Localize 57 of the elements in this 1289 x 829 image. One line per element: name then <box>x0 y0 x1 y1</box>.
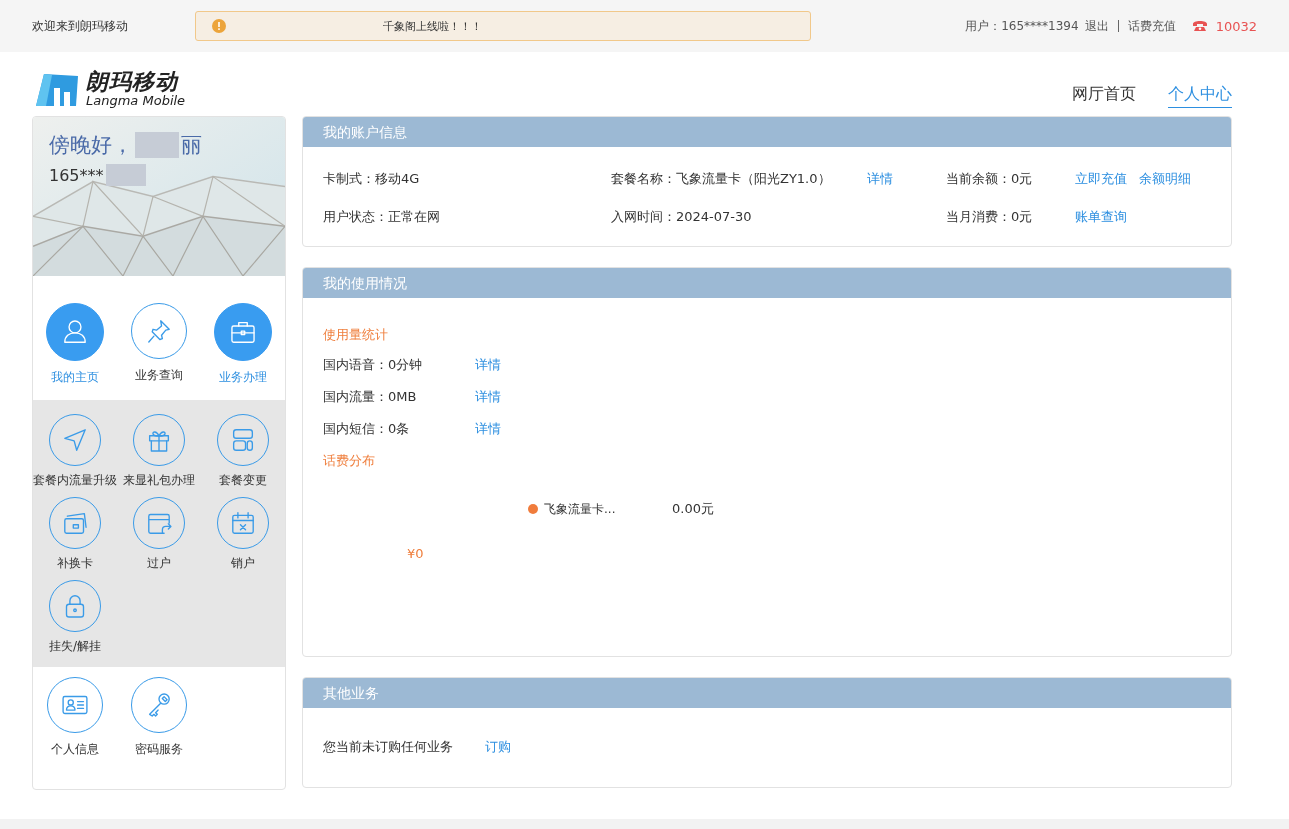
info-text: 用户状态：正常在网 <box>323 208 440 226</box>
welcome-text: 欢迎来到朗玛移动 <box>32 17 129 35</box>
legend-value: 0.00元 <box>672 500 714 518</box>
info-icon <box>212 19 226 33</box>
menu-item[interactable]: 套餐变更 <box>201 414 285 489</box>
stat-text: 国内流量：0MB <box>323 388 418 406</box>
section-heading: 使用量统计 <box>323 326 389 344</box>
hotline-number: 10032 <box>1215 18 1257 34</box>
menu-item[interactable]: 挂失/解挂 <box>33 580 117 655</box>
logo-title: 朗玛移动 <box>86 70 180 94</box>
menu-item[interactable]: 套餐内流量升级 <box>33 414 117 489</box>
menu-item[interactable]: 来显礼包办理 <box>117 414 201 489</box>
redaction-block <box>105 164 146 186</box>
greeting-text: 傍晚好， <box>49 132 133 159</box>
info-text: 当前余额：0元 <box>946 170 1034 188</box>
menu-item[interactable]: 业务查询 <box>117 303 201 386</box>
section-heading: 话费分布 <box>323 452 376 470</box>
greeting-name: 丽 <box>181 132 202 159</box>
user-label: 用户：165****1394 <box>965 17 1079 35</box>
link[interactable]: 详情 <box>475 388 501 406</box>
menu-item[interactable]: 业务办理 <box>201 303 285 386</box>
phone-number: 165*** <box>49 165 104 185</box>
menu-item[interactable]: 个人信息 <box>33 677 117 758</box>
link[interactable]: 详情 <box>475 420 501 438</box>
info-text: 卡制式：移动4G <box>323 170 420 188</box>
top-link[interactable]: 话费充值 <box>1127 17 1176 35</box>
menu-item[interactable]: 销户 <box>201 497 285 572</box>
link[interactable]: 详情 <box>866 170 893 188</box>
total-amount: ¥0 <box>406 545 424 561</box>
redaction-block <box>135 132 179 158</box>
menu-item[interactable]: 过户 <box>117 497 201 572</box>
link[interactable]: 余额明细 <box>1139 170 1191 188</box>
key-icon <box>131 677 187 733</box>
stat-text: 国内语音：0分钟 <box>323 356 424 374</box>
menu-item[interactable]: 我的主页 <box>33 303 117 386</box>
top-link[interactable]: 退出 <box>1084 17 1109 35</box>
info-text: 入网时间：2024-07-30 <box>611 208 752 226</box>
panel-title: 我的使用情况 <box>303 268 1231 298</box>
link[interactable]: 订购 <box>485 738 511 756</box>
logo-subtitle: Langma Mobile <box>86 94 186 108</box>
legend-label: 飞象流量卡... <box>544 500 617 518</box>
menu-item[interactable]: 密码服务 <box>117 677 201 758</box>
link[interactable]: 立即充值 <box>1075 170 1127 188</box>
info-text: 套餐名称：飞象流量卡（阳光ZY1.0） <box>611 170 831 188</box>
nav-tab[interactable]: 网厅首页 <box>1072 84 1136 108</box>
link[interactable]: 账单查询 <box>1075 208 1127 226</box>
info-text: 您当前未订购任何业务 <box>323 738 453 756</box>
phone-icon <box>1191 20 1208 32</box>
panel-title: 我的账户信息 <box>303 117 1231 147</box>
stat-text: 国内短信：0条 <box>323 420 411 438</box>
panel-title: 其他业务 <box>303 678 1231 708</box>
id-card-icon <box>47 677 103 733</box>
menu-item[interactable]: 补换卡 <box>33 497 117 572</box>
notice-text: 千象阁上线啦！！！ <box>383 18 482 34</box>
info-text: 当月消费：0元 <box>946 208 1034 226</box>
nav-tab[interactable]: 个人中心 <box>1168 84 1232 108</box>
link[interactable]: 详情 <box>475 356 501 374</box>
